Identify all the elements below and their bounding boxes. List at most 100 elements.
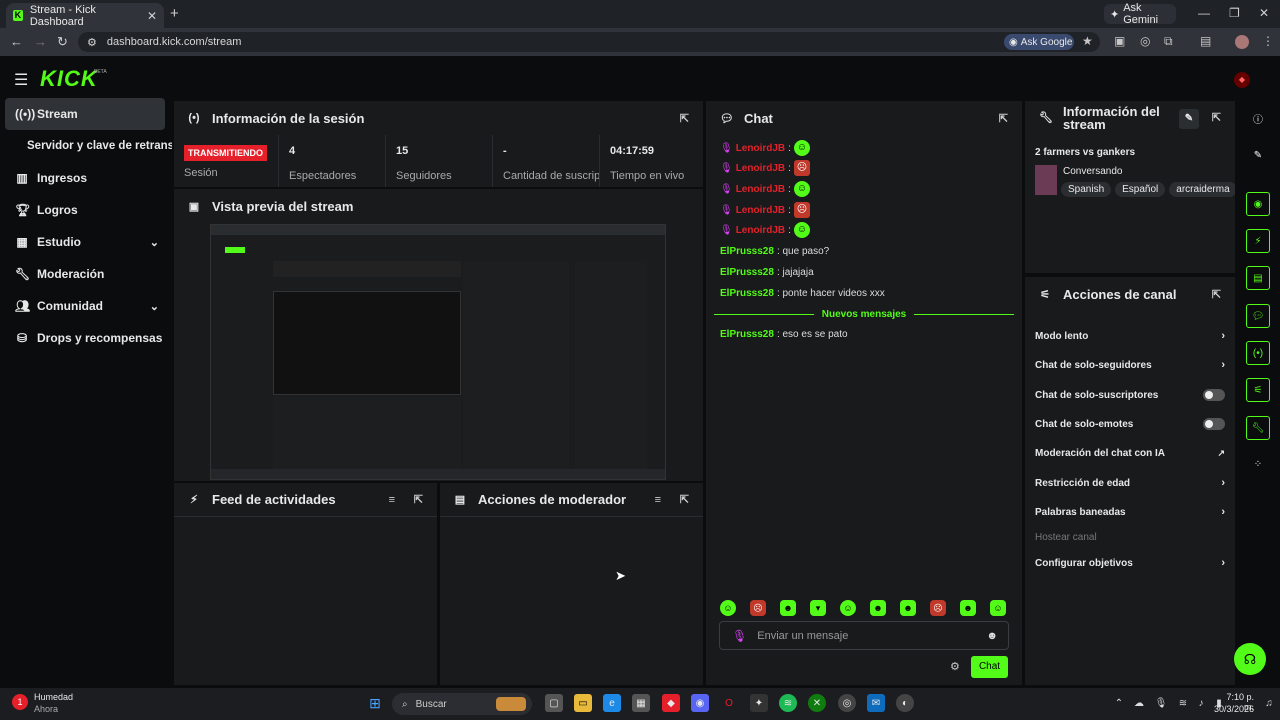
- translate-icon[interactable]: ▣: [1114, 34, 1125, 48]
- category-thumbnail[interactable]: [1035, 165, 1057, 195]
- emote-quick-10[interactable]: ☺: [990, 600, 1006, 616]
- ask-gemini-button[interactable]: ✦ Ask Gemini: [1104, 2, 1176, 26]
- volume-icon[interactable]: ♪: [1192, 694, 1210, 712]
- tray-app-icon[interactable]: ☁: [1130, 694, 1148, 712]
- sidebar-item-stream[interactable]: ((•)) Stream: [5, 98, 165, 130]
- reload-icon[interactable]: ↻: [57, 34, 68, 50]
- chat-username[interactable]: LenoirdJB: [736, 143, 785, 154]
- store-icon[interactable]: ▦: [632, 694, 650, 712]
- subscribers-only-toggle[interactable]: [1203, 389, 1225, 401]
- back-icon[interactable]: ←: [10, 34, 23, 49]
- popout-icon[interactable]: ⇱: [680, 112, 689, 125]
- game-icon[interactable]: ✦: [750, 694, 768, 712]
- user-avatar[interactable]: ◆: [1234, 72, 1250, 88]
- wrench-icon[interactable]: 🔧︎: [1246, 416, 1270, 440]
- popout-icon[interactable]: ⇱: [414, 493, 423, 506]
- windows-start-icon[interactable]: ⊞: [366, 694, 384, 712]
- extension-icon[interactable]: ◎: [1140, 34, 1150, 48]
- task-view-icon[interactable]: ▢: [545, 694, 563, 712]
- wifi-icon[interactable]: ≋: [1174, 694, 1192, 712]
- window-close-icon[interactable]: ✕: [1259, 6, 1269, 20]
- chat-username[interactable]: ElPrusss28: [720, 288, 774, 299]
- action-ai-moderation[interactable]: Moderación del chat con IA ↗: [1035, 448, 1225, 459]
- chat-message[interactable]: ElPrusss28: ponte hacer videos xxx: [720, 288, 885, 299]
- chat-username[interactable]: LenoirdJB: [736, 184, 785, 195]
- mic-tray-icon[interactable]: 🎙︎: [1152, 694, 1170, 712]
- chat-username[interactable]: ElPrusss28: [720, 329, 774, 340]
- chat-message[interactable]: 🎙︎ LenoirdJB: ☹: [720, 202, 810, 218]
- popout-icon[interactable]: ⇱: [1212, 288, 1221, 301]
- minimize-icon[interactable]: —: [1198, 6, 1210, 20]
- tag[interactable]: arcraiderma: [1169, 182, 1235, 197]
- chat-message[interactable]: 🎙︎ LenoirdJB: ☺: [720, 140, 810, 156]
- chat-message[interactable]: 🎙︎ LenoirdJB: ☺: [720, 181, 810, 197]
- emote-quick-6[interactable]: ☻: [870, 600, 886, 616]
- side-panel-icon[interactable]: ▤: [1200, 34, 1211, 48]
- edit-pencil-icon[interactable]: ✎: [1179, 109, 1199, 129]
- emote-quick-8[interactable]: ☹: [930, 600, 946, 616]
- app-icon-red[interactable]: ◆: [662, 694, 680, 712]
- sidebar-item-moderacion[interactable]: 🔧︎ Moderación: [5, 258, 165, 290]
- chrome-icon[interactable]: ◎: [838, 694, 856, 712]
- bolt-icon[interactable]: ⚡︎: [1246, 229, 1270, 253]
- clock-date[interactable]: 30/3/2026: [1210, 704, 1254, 714]
- emotes-only-toggle[interactable]: [1203, 418, 1225, 430]
- browser-tab[interactable]: K Stream - Kick Dashboard ✕: [6, 3, 164, 28]
- chat-message[interactable]: ElPrusss28: que paso?: [720, 246, 829, 257]
- sliders-icon[interactable]: ⚟: [1246, 378, 1270, 402]
- new-tab-icon[interactable]: +: [170, 5, 179, 22]
- emote-quick-7[interactable]: ☻: [900, 600, 916, 616]
- chat-username[interactable]: LenoirdJB: [736, 225, 785, 236]
- sidebar-item-ingresos[interactable]: ▥ Ingresos: [5, 162, 165, 194]
- drag-dots-icon[interactable]: ⁘: [1246, 452, 1270, 476]
- sidebar-item-server-key[interactable]: Servidor y clave de retransmisión: [5, 130, 172, 162]
- sidebar-item-logros[interactable]: 🏆︎ Logros: [5, 194, 165, 226]
- pencil-icon[interactable]: ✎: [1246, 143, 1270, 167]
- file-explorer-icon[interactable]: ▭: [574, 694, 592, 712]
- info-icon[interactable]: ⓘ: [1246, 106, 1270, 130]
- action-banned-words[interactable]: Palabras baneadas ›: [1035, 506, 1225, 518]
- obs-icon[interactable]: ◐: [896, 694, 914, 712]
- notification-bell-icon[interactable]: ♫: [1260, 694, 1278, 712]
- kick-logo[interactable]: KICK: [40, 66, 98, 92]
- puzzle-icon[interactable]: ⧉: [1164, 34, 1173, 49]
- sidebar-item-comunidad[interactable]: 👥︎ Comunidad ⌄: [5, 290, 165, 322]
- filter-icon[interactable]: ≡: [389, 494, 395, 506]
- chat-message[interactable]: 🎙︎ LenoirdJB: ☺: [720, 222, 810, 238]
- outlook-icon[interactable]: ✉: [867, 694, 885, 712]
- action-slow-mode[interactable]: Modo lento ›: [1035, 330, 1225, 342]
- action-configure-goals[interactable]: Configurar objetivos ›: [1035, 557, 1225, 569]
- document-icon[interactable]: ▤: [1246, 266, 1270, 290]
- tag[interactable]: Spanish: [1061, 182, 1112, 197]
- weather-badge[interactable]: 1: [12, 694, 28, 710]
- popout-icon[interactable]: ⇱: [680, 493, 689, 506]
- forward-icon[interactable]: →: [34, 34, 47, 49]
- taskbar-search[interactable]: ⌕ Buscar: [392, 693, 532, 715]
- chat-bubble-icon[interactable]: 💬︎: [1246, 304, 1270, 328]
- action-age-restriction[interactable]: Restricción de edad ›: [1035, 477, 1225, 489]
- emote-quick-9[interactable]: ☻: [960, 600, 976, 616]
- edge-icon[interactable]: e: [603, 694, 621, 712]
- emote-quick-1[interactable]: ☺: [720, 600, 736, 616]
- record-icon[interactable]: ◉: [1246, 192, 1270, 216]
- new-messages-divider[interactable]: Nuevos mensajes: [714, 308, 1014, 320]
- emote-quick-3[interactable]: ☻: [780, 600, 796, 616]
- xbox-icon[interactable]: ✕: [808, 694, 826, 712]
- broadcast-icon[interactable]: (•): [1246, 341, 1270, 365]
- chat-username[interactable]: LenoirdJB: [736, 163, 785, 174]
- site-info-icon[interactable]: ⚙: [87, 36, 97, 49]
- bookmark-star-icon[interactable]: ★: [1082, 34, 1093, 48]
- mic-icon[interactable]: 🎙︎: [732, 629, 747, 643]
- tray-chevron-icon[interactable]: ⌃: [1110, 694, 1128, 712]
- sidebar-item-estudio[interactable]: ▦ Estudio ⌄: [5, 226, 165, 258]
- chat-username[interactable]: LenoirdJB: [736, 205, 785, 216]
- emote-quick-2[interactable]: ☹: [750, 600, 766, 616]
- emoji-picker-icon[interactable]: ☻: [986, 630, 998, 642]
- chat-input[interactable]: 🎙︎ Enviar un mensaje ☻: [719, 621, 1009, 650]
- send-chat-button[interactable]: Chat: [971, 656, 1008, 678]
- spotify-icon[interactable]: ≋: [779, 694, 797, 712]
- popout-icon[interactable]: ⇱: [1212, 111, 1221, 124]
- chat-username[interactable]: ElPrusss28: [720, 267, 774, 278]
- chat-username[interactable]: ElPrusss28: [720, 246, 774, 257]
- category-name[interactable]: Conversando: [1063, 166, 1122, 177]
